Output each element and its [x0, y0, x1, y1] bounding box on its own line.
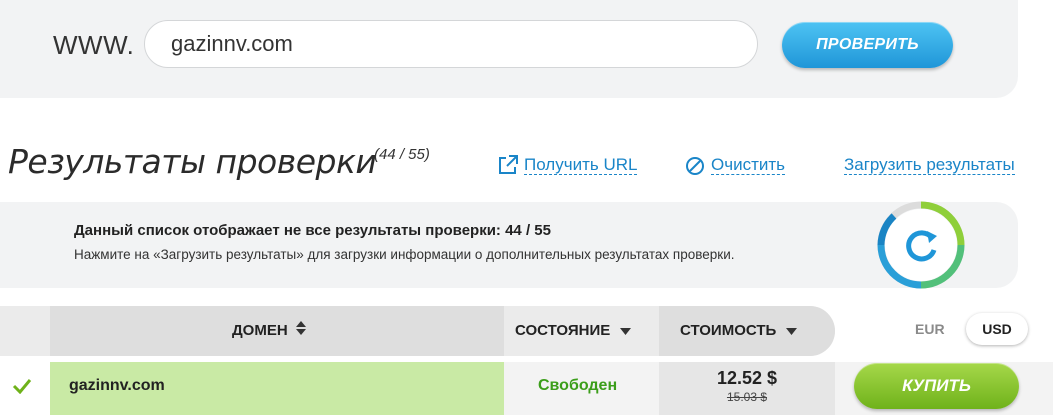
header-status-label: СОСТОЯНИЕ — [515, 322, 611, 339]
check-icon[interactable] — [12, 378, 32, 399]
currency-usd-option[interactable]: USD — [966, 313, 1028, 345]
row-old-price: 15.03 $ — [726, 390, 768, 404]
info-panel — [0, 202, 1018, 288]
www-prefix: WWW. — [53, 30, 135, 60]
info-title: Данный список отображает не все результа… — [74, 222, 551, 239]
header-cost-label: СТОИМОСТЬ — [680, 322, 777, 339]
sort-status-header[interactable]: СОСТОЯНИЕ — [515, 306, 632, 356]
buy-button[interactable]: КУПИТЬ — [854, 363, 1019, 409]
results-count: (44 / 55) — [374, 146, 430, 163]
clear-circle-icon — [685, 156, 705, 181]
check-button[interactable]: ПРОВЕРИТЬ — [782, 22, 953, 68]
sort-icon — [295, 306, 306, 356]
row-domain: gazinnv.com — [69, 377, 165, 394]
domain-input[interactable] — [144, 20, 758, 68]
load-results-link[interactable]: Загрузить результаты — [844, 156, 1015, 175]
chevron-down-icon — [786, 306, 798, 356]
row-price: 12.52 $ — [716, 368, 778, 388]
external-link-icon — [497, 154, 519, 181]
get-url-link[interactable]: Получить URL — [524, 156, 638, 175]
chevron-down-icon — [620, 306, 632, 356]
header-domain-label: ДОМЕН — [232, 322, 288, 339]
sort-domain-header[interactable]: ДОМЕН — [232, 306, 306, 356]
row-status: Свободен — [538, 377, 618, 394]
info-text: Нажмите на «Загрузить результаты» для за… — [74, 247, 735, 262]
clear-link[interactable]: Очистить — [711, 156, 786, 175]
sort-cost-header[interactable]: СТОИМОСТЬ — [680, 306, 798, 356]
refresh-icon[interactable] — [874, 198, 968, 297]
currency-eur-option[interactable]: EUR — [915, 321, 945, 337]
results-title: Результаты проверки — [8, 142, 377, 181]
